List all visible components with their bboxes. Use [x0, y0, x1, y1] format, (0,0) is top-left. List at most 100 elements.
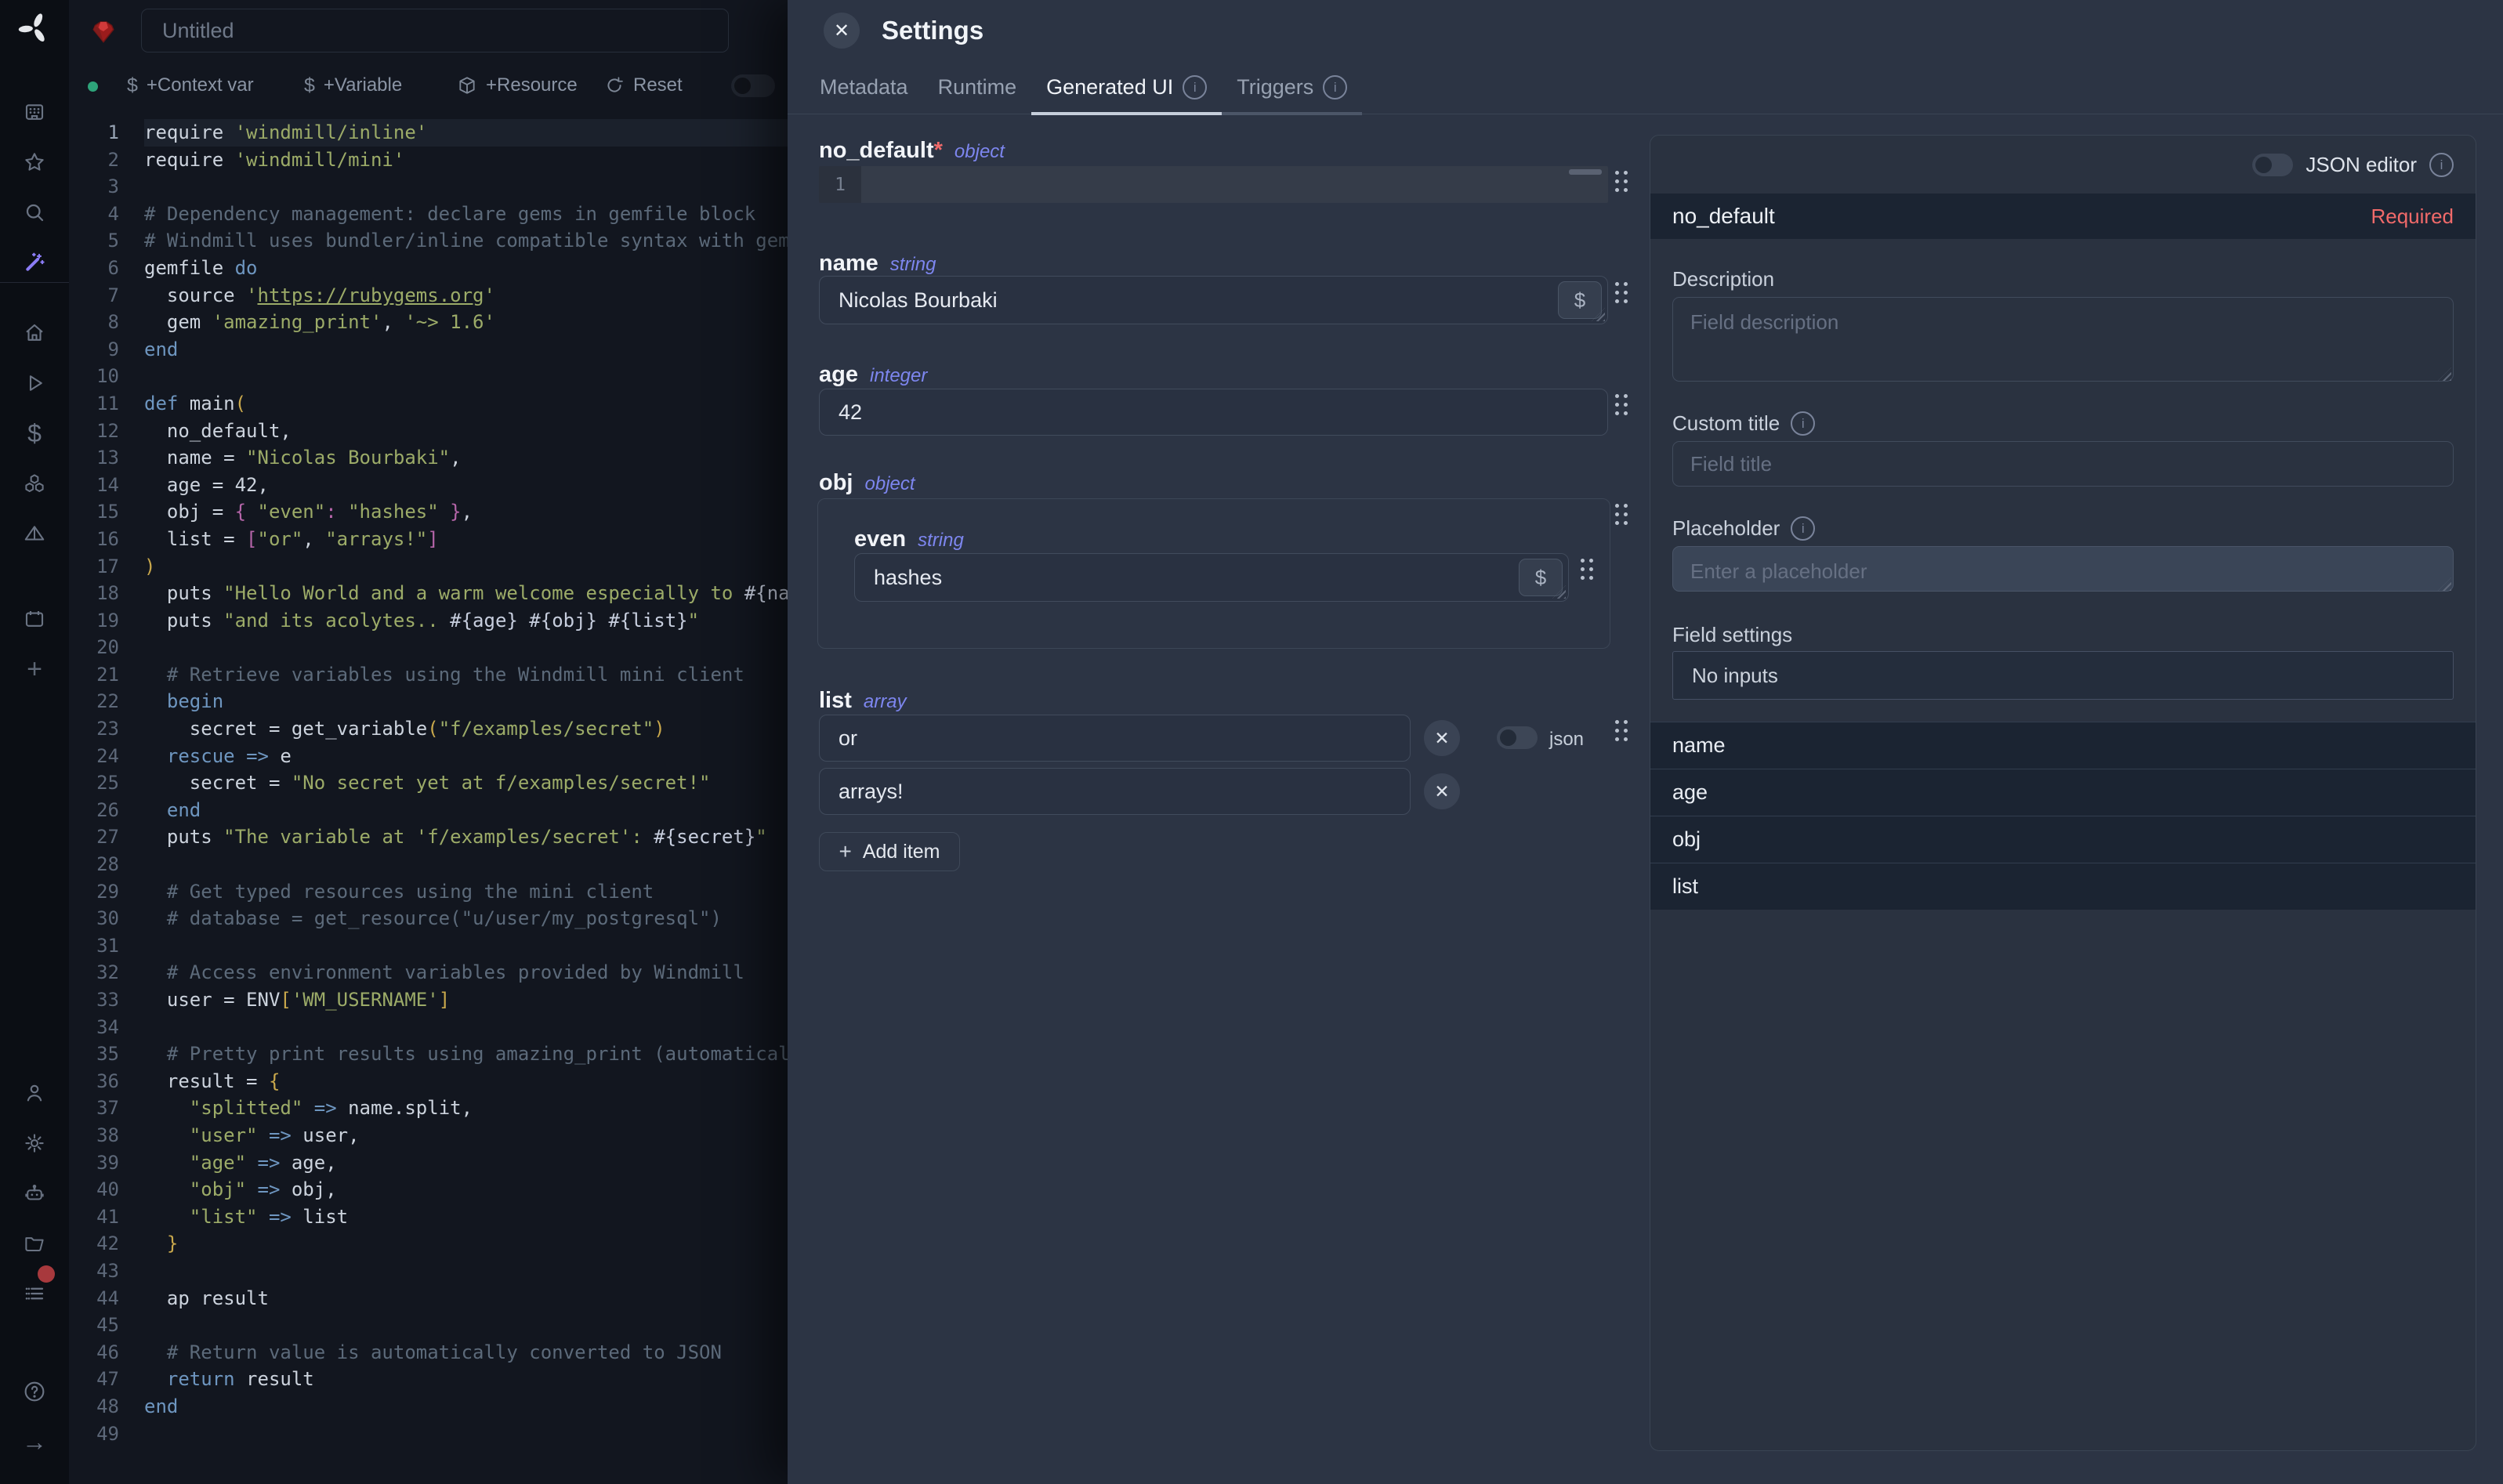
code-token: # Get typed resources using the mini cli… — [144, 881, 654, 903]
mini-scrollbar[interactable] — [1569, 169, 1602, 175]
home-icon[interactable] — [0, 311, 69, 355]
code-token: ap result — [144, 1287, 269, 1309]
diff-toggle[interactable] — [731, 74, 775, 97]
line-number: 45 — [69, 1312, 144, 1339]
drag-handle[interactable] — [1615, 394, 1628, 414]
code-token: => — [302, 1097, 348, 1119]
apps-prism-icon[interactable] — [0, 512, 69, 556]
windmill-logo-icon[interactable] — [0, 6, 69, 50]
json-toggle[interactable] — [1497, 726, 1538, 749]
favorites-star-icon[interactable] — [0, 140, 69, 184]
code-token: require — [144, 149, 235, 171]
line-number: 6 — [69, 255, 144, 282]
tab-triggers[interactable]: Triggers — [1222, 61, 1362, 114]
list-item-input[interactable]: or — [819, 715, 1411, 762]
runs-play-icon[interactable] — [0, 361, 69, 405]
code-token: , — [302, 528, 325, 550]
search-icon[interactable] — [0, 190, 69, 234]
line-number: 46 — [69, 1339, 144, 1366]
drag-handle[interactable] — [1615, 171, 1628, 191]
field-row-name[interactable]: name — [1650, 722, 2476, 769]
line-number: 1 — [69, 119, 144, 147]
app-root: { "icons": { "x": "\u2715", "plus": "+",… — [0, 0, 2503, 1484]
drag-handle[interactable] — [1615, 720, 1628, 740]
code-token: => — [246, 1152, 292, 1174]
insert-variable-button[interactable]: $ — [1558, 281, 1602, 319]
code-token: ) — [144, 556, 155, 577]
insert-variable-button[interactable]: $ — [1519, 559, 1563, 596]
description-textarea[interactable] — [1672, 297, 2454, 382]
line-number: 4 — [69, 201, 144, 228]
json-editor-toggle-row: JSON editor — [2252, 153, 2454, 177]
workspace-icon[interactable] — [0, 90, 69, 134]
custom-title-input[interactable] — [1672, 441, 2454, 487]
code-token: puts — [144, 826, 223, 848]
workers-robot-icon[interactable] — [0, 1171, 69, 1215]
code-token: " — [755, 826, 766, 848]
drag-handle[interactable] — [1615, 504, 1628, 524]
close-icon[interactable]: ✕ — [824, 13, 860, 49]
code-token — [144, 1097, 190, 1119]
drag-handle[interactable] — [1615, 282, 1628, 302]
add-resource-button[interactable]: +Resource — [457, 63, 578, 108]
placeholder-textarea[interactable] — [1672, 546, 2454, 592]
code-token: obj, — [292, 1178, 337, 1200]
drag-handle[interactable] — [1581, 559, 1593, 579]
app-sidebar: $ + — [0, 0, 69, 1484]
code-token: => — [258, 1124, 303, 1146]
variables-dollar-icon[interactable]: $ — [0, 411, 69, 455]
even-input[interactable]: hashes $ — [854, 553, 1569, 602]
script-title-input[interactable] — [141, 9, 729, 52]
settings-title: Settings — [882, 16, 983, 45]
code-token — [144, 1152, 190, 1174]
field-label-even: even string — [854, 527, 964, 552]
line-number: 32 — [69, 959, 144, 986]
code-token: e — [269, 745, 292, 767]
age-input[interactable]: 42 — [819, 389, 1608, 436]
code-token: { — [269, 1070, 280, 1092]
ai-wand-icon[interactable] — [0, 241, 69, 284]
resources-cubes-icon[interactable] — [0, 461, 69, 505]
collapse-arrow-icon[interactable]: → — [0, 1420, 69, 1464]
remove-item-icon[interactable]: ✕ — [1424, 720, 1460, 756]
reset-button[interactable]: Reset — [604, 63, 683, 108]
tab-generated-ui[interactable]: Generated UI — [1031, 61, 1222, 114]
tab-metadata[interactable]: Metadata — [805, 61, 923, 114]
code-token: [ — [246, 528, 257, 550]
code-token: "No secret yet at f/examples/secret!" — [292, 772, 711, 794]
json-editor-toggle[interactable] — [2252, 154, 2293, 176]
line-number: 18 — [69, 580, 144, 607]
line-number: 9 — [69, 336, 144, 364]
add-item-button[interactable]: + Add item — [819, 832, 960, 871]
add-variable-button[interactable]: $ +Variable — [304, 63, 402, 108]
help-icon[interactable] — [0, 1370, 69, 1413]
list-item-input[interactable]: arrays! — [819, 768, 1411, 815]
field-row-obj[interactable]: obj — [1650, 816, 2476, 863]
list-item-value: or — [839, 726, 857, 751]
code-token: age = 42, — [144, 474, 269, 496]
field-label-no-default: no_default* object — [819, 138, 1005, 164]
field-row-age[interactable]: age — [1650, 769, 2476, 816]
code-token: def — [144, 393, 178, 414]
code-token — [597, 610, 608, 632]
field-row-list[interactable]: list — [1650, 863, 2476, 910]
line-number: 13 — [69, 444, 144, 472]
settings-gear-icon[interactable] — [0, 1121, 69, 1165]
selected-field-row[interactable]: no_default Required — [1650, 194, 2476, 239]
add-plus-icon[interactable]: + — [0, 647, 69, 691]
remove-item-icon[interactable]: ✕ — [1424, 773, 1460, 809]
audit-logs-icon[interactable] — [0, 1272, 69, 1316]
tab-runtime[interactable]: Runtime — [923, 61, 1032, 114]
name-input[interactable]: Nicolas Bourbaki $ — [819, 276, 1608, 324]
user-icon[interactable] — [0, 1071, 69, 1115]
add-context-var-button[interactable]: $ +Context var — [127, 63, 254, 108]
line-number: 8 — [69, 309, 144, 336]
schedules-calendar-icon[interactable] — [0, 597, 69, 641]
code-token: , — [450, 447, 461, 469]
field-inspector-panel: JSON editor no_default Required Descript… — [1650, 135, 2476, 1451]
code-token: #{age} — [450, 610, 518, 632]
notification-dot — [38, 1265, 55, 1283]
line-number: 40 — [69, 1176, 144, 1203]
folders-icon[interactable] — [0, 1222, 69, 1265]
no-default-json-input[interactable]: 1 — [819, 166, 1608, 203]
